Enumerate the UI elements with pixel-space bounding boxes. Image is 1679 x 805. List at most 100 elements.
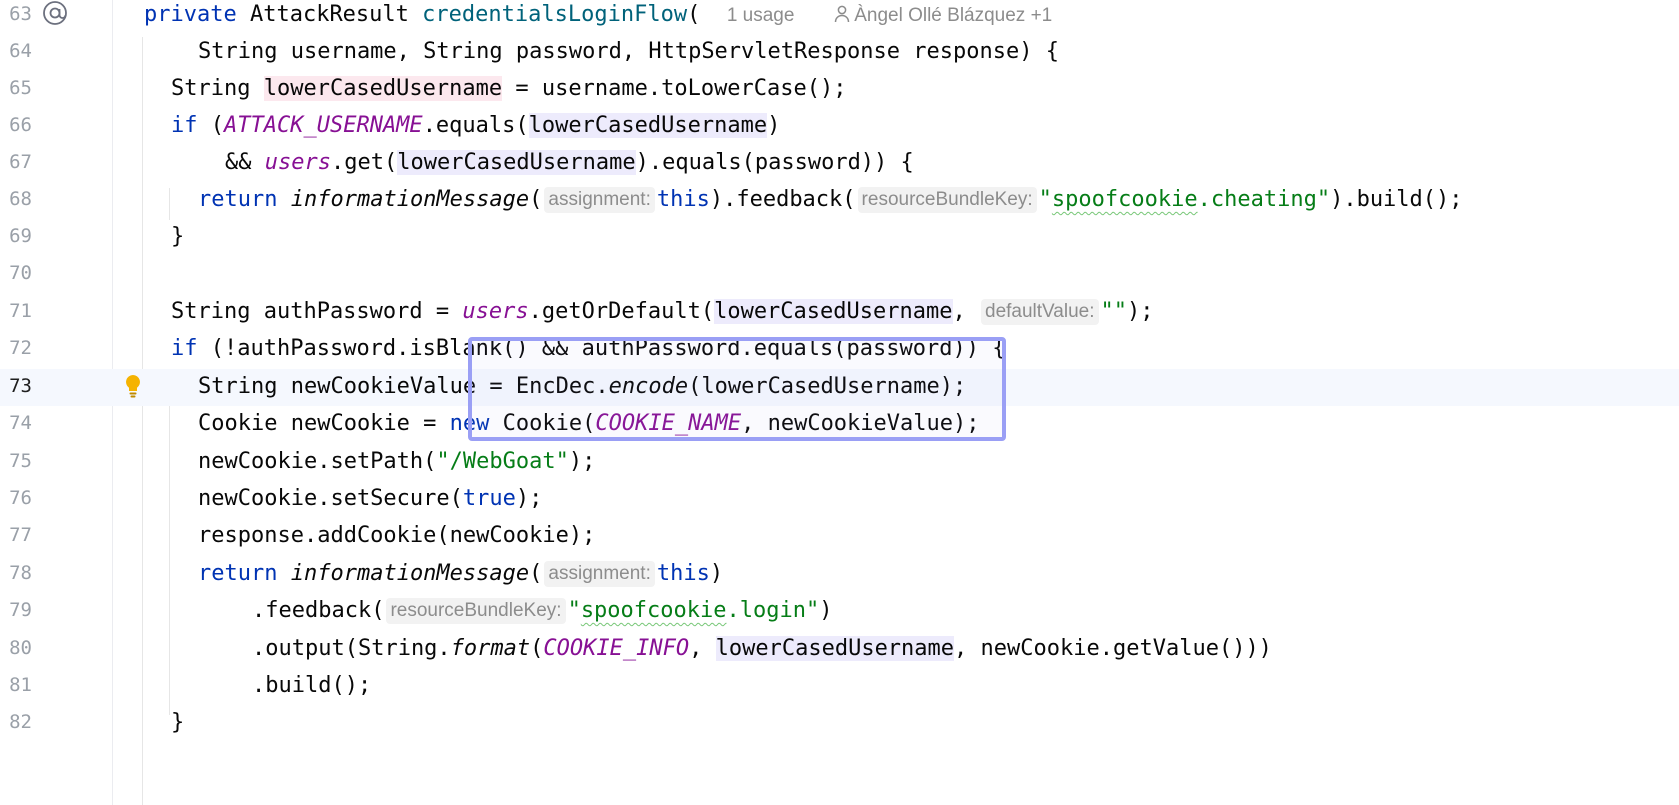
code-fragment: = username.toLowerCase(); (502, 76, 847, 101)
code-fragment: .equals( (422, 113, 529, 138)
string-fragment: .cheating (1197, 187, 1317, 212)
code-fragment: .get( (330, 150, 398, 175)
line-number[interactable]: 67 (0, 151, 32, 173)
code-fragment: ( (529, 561, 543, 586)
code-text[interactable]: String lowerCasedUsername = username.toL… (171, 75, 847, 103)
line-number[interactable]: 63 (0, 3, 32, 25)
code-fragment: ); (568, 449, 596, 474)
parameter-hint: defaultValue: (981, 299, 1099, 325)
code-fragment: ).feedback( (709, 187, 856, 212)
code-line: 80 .output(String.format(COOKIE_INFO, lo… (0, 631, 1679, 668)
code-fragment: ).equals(password)) { (635, 150, 914, 175)
code-line: 68 return informationMessage(assignment:… (0, 182, 1679, 219)
code-line: 79 .feedback(resourceBundleKey: " spoofcoo… (0, 593, 1679, 630)
line-number[interactable]: 74 (0, 412, 32, 434)
code-line: 82 } (0, 705, 1679, 742)
typo-word[interactable]: spoofcookie (581, 598, 727, 623)
line-number[interactable]: 66 (0, 114, 32, 136)
line-number[interactable]: 82 (0, 711, 32, 733)
code-text[interactable]: && users.get(lowerCasedUsername).equals(… (225, 149, 914, 177)
line-number[interactable]: 80 (0, 637, 32, 659)
code-fragment: ( (530, 636, 544, 661)
code-text[interactable]: } (171, 223, 184, 251)
typo-word[interactable]: spoofcookie (1052, 187, 1198, 212)
at-icon[interactable] (42, 0, 68, 26)
code-line: 64 String username, String password, Htt… (0, 34, 1679, 71)
line-number[interactable]: 71 (0, 300, 32, 322)
line-number[interactable]: 78 (0, 562, 32, 584)
line-number[interactable]: 76 (0, 487, 32, 509)
constant: COOKIE_INFO (543, 636, 690, 661)
parameter-hint: assignment: (544, 561, 655, 587)
variable-declaration: lowerCasedUsername (263, 76, 503, 101)
line-number[interactable]: 73 (0, 375, 32, 397)
code-fragment: ) (709, 561, 724, 586)
code-text[interactable]: String username, String password, HttpSe… (198, 38, 1059, 66)
quote: " (806, 598, 820, 623)
code-text[interactable]: } (171, 709, 184, 737)
line-number[interactable]: 68 (0, 188, 32, 210)
usages-link[interactable]: 1 usage (727, 5, 795, 26)
line-number[interactable]: 70 (0, 262, 32, 284)
parameter-hint: assignment: (544, 187, 655, 213)
code-editor[interactable]: 63 private AttackResult credentialsLogin… (0, 0, 1679, 805)
code-text[interactable]: newCookie.setSecure(true); (198, 485, 542, 513)
line-number[interactable]: 64 (0, 40, 32, 62)
code-text[interactable]: private AttackResult credentialsLoginFlo… (144, 1, 1052, 30)
line-number[interactable]: 81 (0, 674, 32, 696)
code-line: 69 } (0, 219, 1679, 256)
line-number[interactable]: 77 (0, 524, 32, 546)
code-fragment: , newCookie.getValue())) (954, 636, 1272, 661)
code-line: 75 newCookie.setPath("/WebGoat"); (0, 444, 1679, 481)
string-literal: "spoofcookie.login" (568, 598, 820, 623)
field: users (462, 299, 529, 324)
field: users (264, 150, 331, 175)
variable-usage: lowerCasedUsername (397, 150, 636, 175)
code-text[interactable]: newCookie.setPath("/WebGoat"); (198, 448, 595, 476)
user-icon (834, 5, 850, 23)
code-text[interactable]: return informationMessage(assignment: thi… (198, 560, 723, 588)
parameter-hint: resourceBundleKey: (386, 598, 566, 624)
code-text[interactable]: .feedback(resourceBundleKey: " spoofcookie… (252, 597, 833, 625)
code-text[interactable]: if (ATTACK_USERNAME.equals(lowerCasedUse… (171, 112, 780, 140)
code-text[interactable]: String authPassword = users.getOrDefault… (171, 298, 1154, 326)
code-line: 81 .build(); (0, 668, 1679, 705)
string-literal: "spoofcookie.cheating" (1039, 187, 1330, 212)
code-text[interactable]: return informationMessage(assignment: thi… (198, 186, 1463, 214)
parameter-hint: resourceBundleKey: (857, 187, 1037, 213)
keyword: true (462, 486, 516, 511)
code-fragment: .getOrDefault( (528, 299, 715, 324)
code-fragment: .output(String. (252, 636, 451, 661)
code-fragment: ); (515, 486, 543, 511)
code-fragment: ); (1127, 299, 1154, 324)
code-line: 71 String authPassword = users.getOrDefa… (0, 294, 1679, 331)
quote: " (1038, 187, 1052, 212)
type-name: AttackResult (249, 2, 409, 27)
line-number[interactable]: 72 (0, 337, 32, 359)
selection-rectangle (468, 337, 1006, 441)
code-text[interactable]: .build(); (252, 672, 371, 700)
string-fragment: .login (726, 598, 806, 623)
code-line: 78 return informationMessage(assignment:… (0, 556, 1679, 593)
string-literal: "" (1100, 299, 1128, 324)
keyword: this (656, 561, 710, 586)
code-line: 65 String lowerCasedUsername = username.… (0, 71, 1679, 108)
line-number[interactable]: 69 (0, 225, 32, 247)
line-number[interactable]: 79 (0, 599, 32, 621)
code-text[interactable]: .output(String.format(COOKIE_INFO, lower… (252, 635, 1272, 663)
keyword: return (198, 561, 278, 586)
string-literal: "/WebGoat" (436, 449, 569, 474)
lightbulb-icon[interactable] (123, 373, 143, 399)
line-number[interactable]: 75 (0, 450, 32, 472)
keyword: this (656, 187, 710, 212)
code-fragment: .feedback( (252, 598, 385, 623)
code-fragment: String authPassword = (171, 299, 463, 324)
line-number[interactable]: 65 (0, 77, 32, 99)
author-name: Àngel Ollé Blázquez +1 (854, 5, 1053, 26)
method-call: informationMessage (290, 561, 530, 586)
code-line: 70 (0, 256, 1679, 293)
paren: ( (687, 2, 701, 27)
keyword: if (171, 336, 198, 361)
author-info[interactable]: Àngel Ollé Blázquez +1 (834, 5, 1052, 26)
code-text[interactable]: response.addCookie(newCookie); (198, 522, 595, 550)
